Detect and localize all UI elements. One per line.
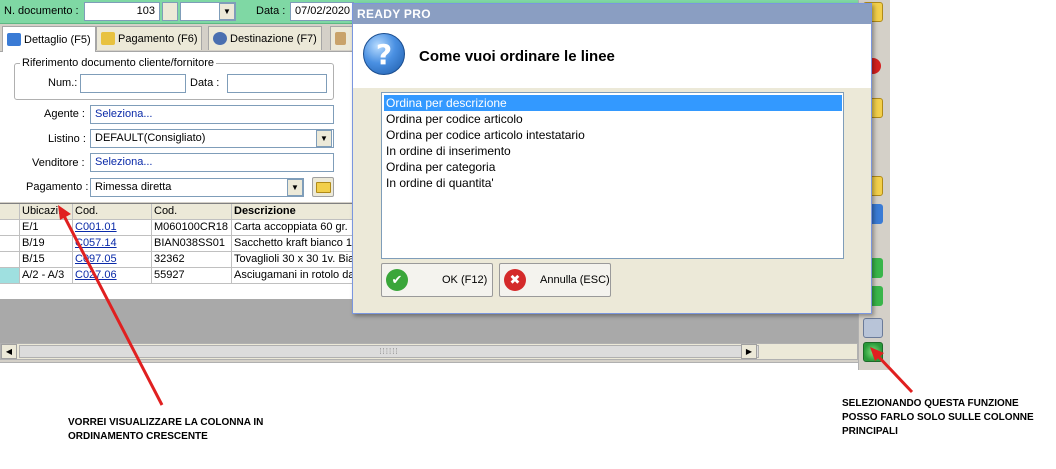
globe-icon bbox=[213, 32, 227, 45]
table-cell-link[interactable]: C027.06 bbox=[73, 268, 152, 284]
check-icon: ✔ bbox=[386, 269, 408, 291]
dialog-title: READY PRO bbox=[353, 4, 871, 24]
date-field[interactable]: 07/02/2020 bbox=[290, 2, 354, 21]
chevron-down-icon[interactable]: ▼ bbox=[287, 179, 303, 196]
tab-strip: Dettaglio (F5) Pagamento (F6) Destinazio… bbox=[0, 26, 355, 52]
question-icon: ? bbox=[363, 33, 405, 75]
list-item[interactable]: In ordine di inserimento bbox=[384, 143, 842, 159]
tab-label: Dettaglio (F5) bbox=[24, 33, 91, 46]
scrollbar-thumb[interactable]: ⁞⁞⁞⁞⁞⁞ bbox=[19, 345, 759, 358]
sort-options-list[interactable]: Ordina per descrizione Ordina per codice… bbox=[381, 92, 844, 259]
folder-button[interactable] bbox=[312, 177, 334, 197]
row-indicator-current[interactable] bbox=[0, 268, 20, 284]
column-header-descrizione[interactable]: Descrizione bbox=[232, 204, 355, 220]
table-cell[interactable]: 55927 bbox=[152, 268, 232, 284]
doc-number-spin[interactable] bbox=[162, 2, 178, 21]
reference-group-title: Riferimento documento cliente/fornitore bbox=[20, 57, 216, 69]
list-item[interactable]: Ordina per categoria bbox=[384, 159, 842, 175]
tab-destinazione[interactable]: Destinazione (F7) bbox=[208, 26, 322, 50]
sort-lines-dialog: READY PRO ? Come vuoi ordinare le linee … bbox=[352, 3, 872, 314]
scroll-left-icon[interactable]: ◀ bbox=[1, 344, 17, 359]
row-indicator[interactable] bbox=[0, 220, 20, 236]
table-cell-link[interactable]: C057.14 bbox=[73, 236, 152, 252]
cancel-button-label: Annulla (ESC) bbox=[540, 274, 610, 286]
tab-label: Pagamento (F6) bbox=[118, 32, 198, 45]
tab-pagamento[interactable]: Pagamento (F6) bbox=[96, 26, 203, 50]
ok-button[interactable]: ✔ OK (F12) bbox=[381, 263, 493, 297]
table-cell[interactable]: Tovaglioli 30 x 30 1v. Bia bbox=[232, 252, 355, 268]
table-cell-link[interactable]: C001.01 bbox=[73, 220, 152, 236]
table-cell[interactable]: Sacchetto kraft bianco 1 bbox=[232, 236, 355, 252]
dialog-question: Come vuoi ordinare le linee bbox=[419, 48, 615, 65]
table-cell[interactable]: B/15 bbox=[20, 252, 73, 268]
table-cell-link[interactable]: C097.05 bbox=[73, 252, 152, 268]
column-header-cod[interactable]: Cod. bbox=[73, 204, 152, 220]
close-icon: ✖ bbox=[504, 269, 526, 291]
ok-button-label: OK (F12) bbox=[442, 274, 488, 286]
ref-num-label: Num.: bbox=[48, 77, 78, 89]
payment-icon bbox=[101, 32, 115, 45]
venditore-field[interactable]: Seleziona... bbox=[90, 153, 334, 172]
table-cell[interactable]: B/19 bbox=[20, 236, 73, 252]
column-header-ubicazione[interactable]: Ubicazi... bbox=[20, 204, 73, 220]
ref-num-field[interactable] bbox=[80, 74, 186, 93]
ref-date-label: Data : bbox=[190, 77, 220, 89]
tab-more[interactable] bbox=[330, 26, 354, 50]
scroll-right-icon[interactable]: ▶ bbox=[741, 344, 757, 359]
listino-select[interactable]: DEFAULT(Consigliato) bbox=[90, 129, 334, 148]
table-cell[interactable]: M060100CR18 bbox=[152, 220, 232, 236]
cancel-button[interactable]: ✖ Annulla (ESC) bbox=[499, 263, 611, 297]
list-item[interactable]: In ordine di quantita' bbox=[384, 175, 842, 191]
table-cell[interactable]: A/2 - A/3 bbox=[20, 268, 73, 284]
package-icon bbox=[335, 32, 346, 45]
table-cell[interactable]: Carta accoppiata 60 gr. bbox=[232, 220, 355, 236]
sort-lines-icon[interactable] bbox=[863, 342, 883, 362]
table-cell[interactable]: E/1 bbox=[20, 220, 73, 236]
tab-dettaglio[interactable]: Dettaglio (F5) bbox=[2, 26, 96, 52]
copy-icon[interactable] bbox=[863, 318, 883, 338]
agente-label: Agente : bbox=[44, 108, 85, 120]
table-cell[interactable]: Asciugamani in rotolo da bbox=[232, 268, 355, 284]
ref-date-field[interactable] bbox=[227, 74, 327, 93]
row-header-corner bbox=[0, 204, 20, 220]
status-bar bbox=[0, 362, 890, 370]
date-label: Data : bbox=[256, 5, 286, 17]
detail-icon bbox=[7, 33, 21, 46]
pagamento-label: Pagamento : bbox=[26, 181, 89, 193]
chevron-down-icon[interactable]: ▼ bbox=[316, 130, 332, 147]
horizontal-scrollbar[interactable]: ◀ ⁞⁞⁞⁞⁞⁞ ▶ bbox=[0, 343, 858, 360]
lines-grid: Ubicazi... Cod. Cod. Descrizione E/1 C00… bbox=[0, 203, 355, 299]
row-indicator[interactable] bbox=[0, 236, 20, 252]
dialog-header: ? Come vuoi ordinare le linee bbox=[353, 24, 871, 88]
doc-number-field[interactable]: 103 bbox=[84, 2, 160, 21]
list-item[interactable]: Ordina per codice articolo intestatario bbox=[384, 127, 842, 143]
right-annotation-note: SELEZIONANDO QUESTA FUNZIONE POSSO FARLO… bbox=[842, 398, 1034, 437]
list-item-selected[interactable]: Ordina per descrizione bbox=[384, 95, 842, 111]
table-cell[interactable]: BIAN038SS01 bbox=[152, 236, 232, 252]
venditore-label: Venditore : bbox=[32, 157, 85, 169]
table-cell[interactable]: 32362 bbox=[152, 252, 232, 268]
list-item[interactable]: Ordina per codice articolo bbox=[384, 111, 842, 127]
agente-field[interactable]: Seleziona... bbox=[90, 105, 334, 124]
listino-label: Listino : bbox=[48, 133, 86, 145]
doc-number-label: N. documento : bbox=[4, 5, 79, 17]
column-header-cod-2[interactable]: Cod. bbox=[152, 204, 232, 220]
left-annotation-note: VORREI VISUALIZZARE LA COLONNA IN ORDINA… bbox=[68, 417, 264, 442]
folder-icon bbox=[316, 182, 331, 193]
pagamento-select[interactable]: Rimessa diretta bbox=[90, 178, 304, 197]
chevron-down-icon[interactable]: ▼ bbox=[219, 3, 235, 20]
tab-label: Destinazione (F7) bbox=[230, 32, 317, 45]
row-indicator[interactable] bbox=[0, 252, 20, 268]
